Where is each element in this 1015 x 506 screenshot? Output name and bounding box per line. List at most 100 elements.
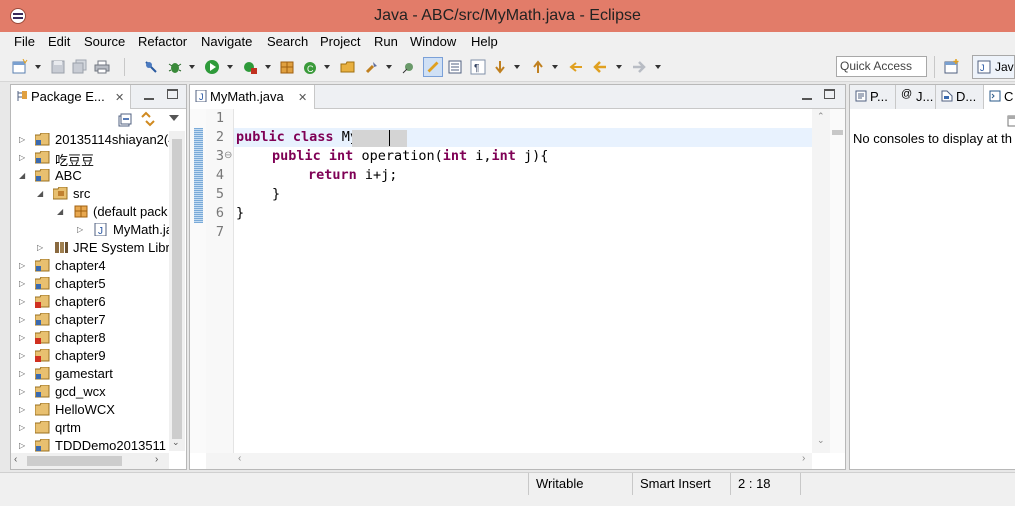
run-dropdown-icon[interactable] <box>227 65 233 69</box>
collapse-icon[interactable]: ◢ <box>37 189 43 198</box>
scrollbar-thumb[interactable] <box>172 139 182 439</box>
tab-mymath-java[interactable]: J MyMath.java ✕ <box>190 85 315 109</box>
new-java-class-icon[interactable]: C <box>302 59 318 75</box>
scroll-right-icon[interactable]: › <box>802 453 805 464</box>
expand-icon[interactable]: ▷ <box>19 441 25 450</box>
toggle-breadcrumb-icon[interactable] <box>401 59 417 75</box>
tab-problems[interactable]: P... <box>850 85 896 109</box>
collapse-icon[interactable]: ◢ <box>19 171 25 180</box>
expand-icon[interactable]: ▷ <box>19 423 25 432</box>
scroll-left-icon[interactable]: ‹ <box>238 453 241 464</box>
skip-breakpoints-icon[interactable] <box>143 59 159 75</box>
menu-file[interactable]: File <box>14 34 35 49</box>
external-tools-icon[interactable] <box>242 59 258 75</box>
new-class-dropdown-icon[interactable] <box>324 65 330 69</box>
scroll-left-icon[interactable]: ‹ <box>14 454 17 465</box>
previous-annotation-dropdown-icon[interactable] <box>552 65 558 69</box>
forward-dropdown-icon[interactable] <box>655 65 661 69</box>
scroll-down-icon[interactable]: ⌄ <box>817 435 825 446</box>
next-annotation-dropdown-icon[interactable] <box>514 65 520 69</box>
run-icon[interactable] <box>204 59 220 75</box>
back-icon[interactable] <box>592 59 608 75</box>
console-display-icon[interactable] <box>1007 115 1015 127</box>
menu-project[interactable]: Project <box>320 34 360 49</box>
save-icon[interactable] <box>50 59 66 75</box>
show-whitespace-icon[interactable]: ¶ <box>470 59 486 75</box>
expand-icon[interactable]: ▷ <box>19 297 25 306</box>
menu-refactor[interactable]: Refactor <box>138 34 187 49</box>
new-dropdown-icon[interactable] <box>35 65 41 69</box>
debug-dropdown-icon[interactable] <box>189 65 195 69</box>
search-icon[interactable] <box>364 59 380 75</box>
collapse-icon[interactable]: ◢ <box>57 207 63 216</box>
expand-icon[interactable]: ▷ <box>19 351 25 360</box>
expand-icon[interactable]: ▷ <box>19 279 25 288</box>
open-type-icon[interactable] <box>340 59 356 75</box>
editor-horizontal-scrollbar[interactable]: ‹ › <box>206 453 812 469</box>
code-line[interactable]: return i+j; <box>308 167 397 186</box>
link-with-editor-icon[interactable] <box>140 111 156 127</box>
back-dropdown-icon[interactable] <box>616 65 622 69</box>
previous-annotation-icon[interactable] <box>530 59 546 75</box>
editor-vertical-scrollbar[interactable]: ⌃ ⌄ <box>812 109 830 453</box>
code-line[interactable]: } <box>272 186 280 205</box>
menu-edit[interactable]: Edit <box>48 34 70 49</box>
tab-declaration[interactable]: D... <box>936 85 984 109</box>
expand-icon[interactable]: ▷ <box>19 153 25 162</box>
close-icon[interactable]: ✕ <box>298 91 307 104</box>
scroll-right-icon[interactable]: › <box>155 454 158 465</box>
view-menu-icon[interactable] <box>169 115 179 121</box>
code-line[interactable]: public int operation(int i,int j){ <box>272 148 548 167</box>
forward-icon[interactable] <box>631 59 647 75</box>
menu-help[interactable]: Help <box>471 34 498 49</box>
tab-package-explorer[interactable]: Package E... ✕ <box>11 85 131 109</box>
save-all-icon[interactable] <box>72 59 88 75</box>
expand-icon[interactable]: ▷ <box>77 225 83 234</box>
menu-search[interactable]: Search <box>267 34 308 49</box>
menu-navigate[interactable]: Navigate <box>201 34 252 49</box>
tree-item-label: chapter7 <box>55 312 106 327</box>
vertical-scrollbar[interactable]: ⌄ <box>169 131 185 451</box>
close-icon[interactable]: ✕ <box>115 91 124 104</box>
last-edit-location-icon[interactable] <box>568 59 584 75</box>
overview-marker[interactable] <box>832 130 843 135</box>
maximize-icon[interactable] <box>824 89 835 99</box>
code-line[interactable]: } <box>236 205 244 224</box>
expand-icon[interactable]: ▷ <box>37 243 43 252</box>
scrollbar-thumb[interactable] <box>27 456 122 466</box>
external-tools-dropdown-icon[interactable] <box>265 65 271 69</box>
scroll-down-icon[interactable]: ⌄ <box>172 437 180 448</box>
menu-run[interactable]: Run <box>374 34 398 49</box>
mark-occurrences-icon[interactable] <box>423 57 443 77</box>
expand-icon[interactable]: ▷ <box>19 261 25 270</box>
expand-icon[interactable]: ▷ <box>19 369 25 378</box>
collapse-all-icon[interactable] <box>118 113 132 127</box>
expand-icon[interactable]: ▷ <box>19 387 25 396</box>
block-selection-icon[interactable] <box>447 59 463 75</box>
scroll-up-icon[interactable]: ⌃ <box>817 111 825 122</box>
debug-icon[interactable] <box>167 59 183 75</box>
menu-window[interactable]: Window <box>410 34 456 49</box>
new-icon[interactable] <box>12 59 28 75</box>
minimize-icon[interactable] <box>802 90 812 100</box>
expand-icon[interactable]: ▷ <box>19 315 25 324</box>
menu-source[interactable]: Source <box>84 34 125 49</box>
status-bar: Writable Smart Insert 2 : 18 <box>0 472 1015 506</box>
quick-access-input[interactable]: Quick Access <box>836 56 927 77</box>
search-dropdown-icon[interactable] <box>386 65 392 69</box>
print-icon[interactable] <box>94 59 110 75</box>
next-annotation-icon[interactable] <box>492 59 508 75</box>
tab-console[interactable]: C <box>984 85 1015 109</box>
tab-javadoc[interactable]: @ J... <box>896 85 936 109</box>
minimize-icon[interactable] <box>144 90 154 100</box>
expand-icon[interactable]: ▷ <box>19 405 25 414</box>
maximize-icon[interactable] <box>167 89 178 99</box>
code-keyword: public <box>272 148 321 164</box>
expand-icon[interactable]: ▷ <box>19 135 25 144</box>
new-java-package-icon[interactable] <box>279 59 295 75</box>
horizontal-scrollbar[interactable]: ‹ › <box>11 453 169 469</box>
expand-icon[interactable]: ▷ <box>19 333 25 342</box>
java-perspective-button[interactable]: J Java <box>972 55 1015 79</box>
open-perspective-icon[interactable] <box>944 59 960 75</box>
fold-icon[interactable]: ⊖ <box>224 150 232 161</box>
